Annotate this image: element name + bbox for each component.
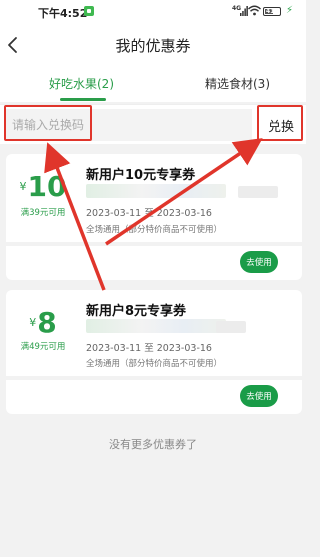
coupon-amount: ¥8	[6, 306, 80, 339]
coupon-note: 全场通用（部分特价商品不可使用）	[86, 359, 223, 369]
charging-icon: ⚡	[286, 5, 294, 16]
status-bar: 下午4:52 4G 41 ⚡	[0, 0, 306, 24]
coupon-body: ¥8 满49元可用 新用户8元专享券 2023-03-11 至 2023-03-…	[6, 290, 302, 376]
tab-bar: 好吃水果(2) 精选食材(3)	[0, 66, 306, 102]
battery-level: 41	[266, 8, 275, 15]
tab-ingredients[interactable]: 精选食材(3)	[205, 75, 270, 92]
redeem-button[interactable]: 兑换	[260, 109, 302, 141]
battery-icon: 41	[263, 7, 281, 16]
page-title: 我的优惠券	[115, 37, 191, 55]
no-more-coupons-text: 没有更多优惠券了	[109, 438, 197, 451]
use-coupon-button[interactable]: 去使用	[240, 251, 278, 273]
blurred-text	[216, 321, 246, 333]
active-tab-indicator	[60, 98, 106, 101]
currency-symbol: ¥	[19, 180, 27, 193]
coupon-value: 10	[27, 170, 67, 203]
currency-symbol: ¥	[29, 316, 37, 329]
coupon-condition: 满39元可用	[20, 208, 66, 218]
coupon-title: 新用户8元专享券	[86, 304, 187, 319]
nav-bar: 我的优惠券	[0, 24, 306, 66]
blurred-text	[86, 184, 226, 198]
coupon-body: ¥10 满39元可用 新用户10元专享券 2023-03-11 至 2023-0…	[6, 154, 302, 242]
use-coupon-button[interactable]: 去使用	[240, 385, 278, 407]
coupon-note: 全场通用（部分特价商品不可使用）	[86, 225, 223, 235]
redeem-code-input[interactable]	[6, 109, 252, 141]
status-time: 下午4:52	[38, 7, 88, 20]
tab-fruit[interactable]: 好吃水果(2)	[49, 75, 114, 92]
coupon-value: 8	[37, 306, 57, 339]
app-notification-icon	[84, 6, 94, 16]
signal-bars-icon	[240, 6, 248, 16]
redeem-bar: 兑换	[0, 104, 306, 144]
coupon-amount: ¥10	[6, 170, 80, 203]
coupon-condition: 满49元可用	[20, 342, 66, 352]
coupon-footer: 去使用	[6, 380, 302, 414]
coupon-date-range: 2023-03-11 至 2023-03-16	[86, 343, 212, 354]
blurred-text	[238, 186, 278, 198]
wifi-icon	[248, 5, 261, 16]
coupon-footer: 去使用	[6, 246, 302, 280]
coupon-title: 新用户10元专享券	[86, 168, 196, 183]
coupon-date-range: 2023-03-11 至 2023-03-16	[86, 208, 212, 219]
blurred-text	[86, 319, 226, 333]
